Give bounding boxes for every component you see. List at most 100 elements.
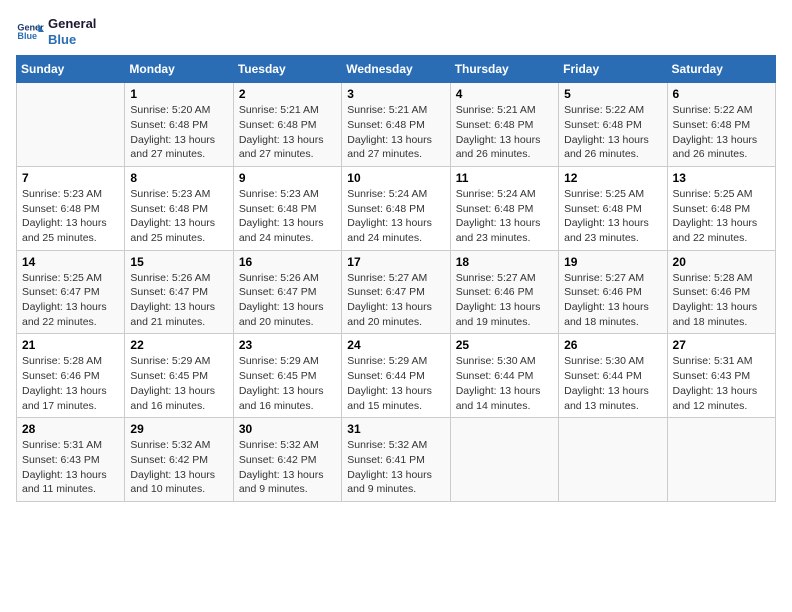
day-cell: 15 Sunrise: 5:26 AMSunset: 6:47 PMDayligh… xyxy=(125,250,233,334)
week-row-2: 7 Sunrise: 5:23 AMSunset: 6:48 PMDaylight… xyxy=(17,166,776,250)
day-info: Sunrise: 5:23 AMSunset: 6:48 PMDaylight:… xyxy=(22,187,119,246)
day-cell: 19 Sunrise: 5:27 AMSunset: 6:46 PMDayligh… xyxy=(559,250,667,334)
day-cell: 6 Sunrise: 5:22 AMSunset: 6:48 PMDaylight… xyxy=(667,83,775,167)
day-number: 3 xyxy=(347,87,444,101)
day-cell: 25 Sunrise: 5:30 AMSunset: 6:44 PMDayligh… xyxy=(450,334,558,418)
day-number: 31 xyxy=(347,422,444,436)
day-cell: 7 Sunrise: 5:23 AMSunset: 6:48 PMDaylight… xyxy=(17,166,125,250)
logo: General Blue General Blue xyxy=(16,16,96,47)
day-number: 22 xyxy=(130,338,227,352)
day-number: 11 xyxy=(456,171,553,185)
day-cell: 17Sunrise: 5:27 AMSunset: 6:47 PMDayligh… xyxy=(342,250,450,334)
week-row-5: 28 Sunrise: 5:31 AMSunset: 6:43 PMDayligh… xyxy=(17,418,776,502)
weekday-header-friday: Friday xyxy=(559,56,667,83)
day-info: Sunrise: 5:27 AMSunset: 6:47 PMDaylight:… xyxy=(347,271,444,330)
weekday-header-thursday: Thursday xyxy=(450,56,558,83)
day-cell: 23 Sunrise: 5:29 AMSunset: 6:45 PMDayligh… xyxy=(233,334,341,418)
day-info: Sunrise: 5:22 AMSunset: 6:48 PMDaylight:… xyxy=(564,103,661,162)
day-number: 28 xyxy=(22,422,119,436)
day-info: Sunrise: 5:21 AMSunset: 6:48 PMDaylight:… xyxy=(239,103,336,162)
day-number: 5 xyxy=(564,87,661,101)
day-number: 4 xyxy=(456,87,553,101)
day-info: Sunrise: 5:27 AMSunset: 6:46 PMDaylight:… xyxy=(564,271,661,330)
day-info: Sunrise: 5:27 AMSunset: 6:46 PMDaylight:… xyxy=(456,271,553,330)
logo-icon: General Blue xyxy=(16,18,44,46)
day-cell xyxy=(17,83,125,167)
day-cell: 1 Sunrise: 5:20 AMSunset: 6:48 PMDaylight… xyxy=(125,83,233,167)
header: General Blue General Blue xyxy=(16,16,776,47)
day-info: Sunrise: 5:24 AMSunset: 6:48 PMDaylight:… xyxy=(347,187,444,246)
day-info: Sunrise: 5:23 AMSunset: 6:48 PMDaylight:… xyxy=(239,187,336,246)
day-info: Sunrise: 5:29 AMSunset: 6:45 PMDaylight:… xyxy=(239,354,336,413)
day-info: Sunrise: 5:21 AMSunset: 6:48 PMDaylight:… xyxy=(347,103,444,162)
day-number: 9 xyxy=(239,171,336,185)
weekday-header-tuesday: Tuesday xyxy=(233,56,341,83)
day-cell: 4 Sunrise: 5:21 AMSunset: 6:48 PMDaylight… xyxy=(450,83,558,167)
day-info: Sunrise: 5:30 AMSunset: 6:44 PMDaylight:… xyxy=(456,354,553,413)
day-cell: 2Sunrise: 5:21 AMSunset: 6:48 PMDaylight… xyxy=(233,83,341,167)
day-number: 30 xyxy=(239,422,336,436)
day-info: Sunrise: 5:29 AMSunset: 6:45 PMDaylight:… xyxy=(130,354,227,413)
day-info: Sunrise: 5:28 AMSunset: 6:46 PMDaylight:… xyxy=(673,271,770,330)
day-cell xyxy=(667,418,775,502)
day-cell: 5 Sunrise: 5:22 AMSunset: 6:48 PMDaylight… xyxy=(559,83,667,167)
day-info: Sunrise: 5:32 AMSunset: 6:41 PMDaylight:… xyxy=(347,438,444,497)
day-info: Sunrise: 5:32 AMSunset: 6:42 PMDaylight:… xyxy=(130,438,227,497)
day-cell: 8Sunrise: 5:23 AMSunset: 6:48 PMDaylight… xyxy=(125,166,233,250)
day-info: Sunrise: 5:24 AMSunset: 6:48 PMDaylight:… xyxy=(456,187,553,246)
day-number: 21 xyxy=(22,338,119,352)
weekday-header-row: SundayMondayTuesdayWednesdayThursdayFrid… xyxy=(17,56,776,83)
weekday-header-monday: Monday xyxy=(125,56,233,83)
day-number: 1 xyxy=(130,87,227,101)
day-number: 25 xyxy=(456,338,553,352)
day-info: Sunrise: 5:26 AMSunset: 6:47 PMDaylight:… xyxy=(130,271,227,330)
day-number: 19 xyxy=(564,255,661,269)
day-number: 18 xyxy=(456,255,553,269)
day-number: 27 xyxy=(673,338,770,352)
day-info: Sunrise: 5:22 AMSunset: 6:48 PMDaylight:… xyxy=(673,103,770,162)
day-number: 13 xyxy=(673,171,770,185)
day-number: 29 xyxy=(130,422,227,436)
day-info: Sunrise: 5:25 AMSunset: 6:47 PMDaylight:… xyxy=(22,271,119,330)
day-cell: 10 Sunrise: 5:24 AMSunset: 6:48 PMDayligh… xyxy=(342,166,450,250)
day-number: 15 xyxy=(130,255,227,269)
day-cell: 26Sunrise: 5:30 AMSunset: 6:44 PMDayligh… xyxy=(559,334,667,418)
day-cell: 16Sunrise: 5:26 AMSunset: 6:47 PMDayligh… xyxy=(233,250,341,334)
day-number: 6 xyxy=(673,87,770,101)
day-info: Sunrise: 5:31 AMSunset: 6:43 PMDaylight:… xyxy=(22,438,119,497)
day-info: Sunrise: 5:29 AMSunset: 6:44 PMDaylight:… xyxy=(347,354,444,413)
day-cell: 18 Sunrise: 5:27 AMSunset: 6:46 PMDayligh… xyxy=(450,250,558,334)
day-cell xyxy=(559,418,667,502)
day-number: 7 xyxy=(22,171,119,185)
week-row-4: 21 Sunrise: 5:28 AMSunset: 6:46 PMDayligh… xyxy=(17,334,776,418)
day-info: Sunrise: 5:20 AMSunset: 6:48 PMDaylight:… xyxy=(130,103,227,162)
day-cell: 14 Sunrise: 5:25 AMSunset: 6:47 PMDayligh… xyxy=(17,250,125,334)
day-number: 10 xyxy=(347,171,444,185)
weekday-header-sunday: Sunday xyxy=(17,56,125,83)
day-number: 20 xyxy=(673,255,770,269)
day-cell xyxy=(450,418,558,502)
week-row-3: 14 Sunrise: 5:25 AMSunset: 6:47 PMDayligh… xyxy=(17,250,776,334)
day-number: 14 xyxy=(22,255,119,269)
day-info: Sunrise: 5:26 AMSunset: 6:47 PMDaylight:… xyxy=(239,271,336,330)
calendar: SundayMondayTuesdayWednesdayThursdayFrid… xyxy=(16,55,776,502)
day-cell: 29 Sunrise: 5:32 AMSunset: 6:42 PMDayligh… xyxy=(125,418,233,502)
day-cell: 31 Sunrise: 5:32 AMSunset: 6:41 PMDayligh… xyxy=(342,418,450,502)
day-cell: 11 Sunrise: 5:24 AMSunset: 6:48 PMDayligh… xyxy=(450,166,558,250)
day-info: Sunrise: 5:25 AMSunset: 6:48 PMDaylight:… xyxy=(673,187,770,246)
day-info: Sunrise: 5:28 AMSunset: 6:46 PMDaylight:… xyxy=(22,354,119,413)
day-info: Sunrise: 5:21 AMSunset: 6:48 PMDaylight:… xyxy=(456,103,553,162)
day-number: 23 xyxy=(239,338,336,352)
day-number: 12 xyxy=(564,171,661,185)
day-cell: 12 Sunrise: 5:25 AMSunset: 6:48 PMDayligh… xyxy=(559,166,667,250)
day-cell: 9 Sunrise: 5:23 AMSunset: 6:48 PMDaylight… xyxy=(233,166,341,250)
day-cell: 27Sunrise: 5:31 AMSunset: 6:43 PMDayligh… xyxy=(667,334,775,418)
logo-text: General Blue xyxy=(48,16,96,47)
day-number: 24 xyxy=(347,338,444,352)
day-info: Sunrise: 5:25 AMSunset: 6:48 PMDaylight:… xyxy=(564,187,661,246)
day-cell: 3 Sunrise: 5:21 AMSunset: 6:48 PMDaylight… xyxy=(342,83,450,167)
day-info: Sunrise: 5:30 AMSunset: 6:44 PMDaylight:… xyxy=(564,354,661,413)
day-cell: 21 Sunrise: 5:28 AMSunset: 6:46 PMDayligh… xyxy=(17,334,125,418)
svg-text:Blue: Blue xyxy=(17,31,37,41)
weekday-header-saturday: Saturday xyxy=(667,56,775,83)
